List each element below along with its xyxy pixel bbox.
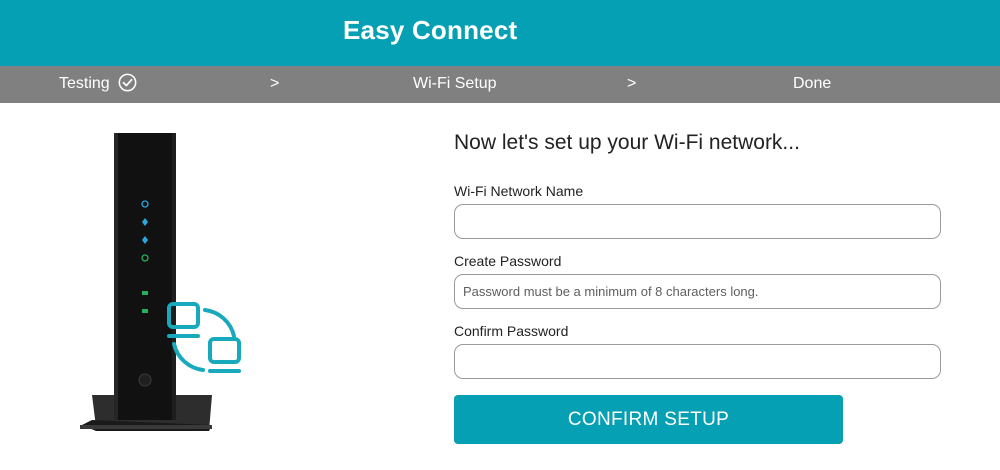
step-wifi-setup: Wi-Fi Setup <box>413 75 497 92</box>
network-name-label: Wi-Fi Network Name <box>454 183 584 199</box>
phone-led-icon <box>142 291 148 295</box>
phone2-led-icon <box>142 309 148 313</box>
password-label: Create Password <box>454 253 562 269</box>
network-name-input[interactable] <box>454 204 941 239</box>
form-heading: Now let's set up your Wi-Fi network... <box>454 131 800 154</box>
step-testing-label: Testing <box>59 75 110 92</box>
confirm-password-input[interactable] <box>454 344 941 379</box>
check-circle-icon <box>118 73 137 92</box>
password-input[interactable] <box>454 274 941 309</box>
progress-steps: Testing > Wi-Fi Setup > Done <box>0 66 1000 103</box>
brand-logo-icon <box>138 373 152 387</box>
router-device-image <box>80 133 241 431</box>
app-title: Easy Connect <box>343 15 518 45</box>
confirm-setup-button[interactable]: CONFIRM SETUP <box>454 395 843 444</box>
confirm-password-label: Confirm Password <box>454 323 569 339</box>
step-done: Done <box>793 75 832 92</box>
devices-connection-icon <box>167 302 241 373</box>
step-separator: > <box>270 75 280 92</box>
step-testing: Testing <box>59 73 137 93</box>
step-separator: > <box>627 75 637 92</box>
app-header: Easy Connect <box>0 0 1000 66</box>
